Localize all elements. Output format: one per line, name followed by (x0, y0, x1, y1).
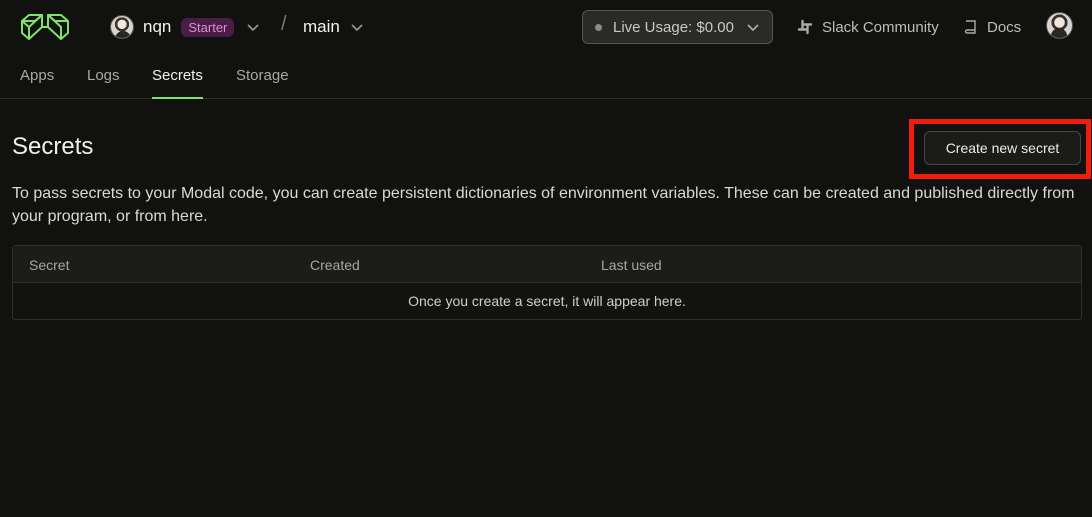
plan-badge: Starter (181, 17, 235, 37)
workspace-name: nqn (143, 17, 172, 36)
chevron-down-icon[interactable] (350, 20, 364, 34)
live-usage-dropdown[interactable]: Live Usage: $0.00 (582, 10, 773, 44)
slack-icon (797, 19, 813, 35)
environment-switcher[interactable]: main (303, 14, 364, 40)
column-header-created: Created (310, 257, 360, 273)
tab-apps[interactable]: Apps (20, 67, 54, 99)
secrets-table: Secret Created Last used Once you create… (12, 245, 1082, 320)
workspace-avatar (110, 15, 134, 39)
column-header-secret: Secret (29, 257, 70, 273)
empty-state-message: Once you create a secret, it will appear… (408, 293, 686, 309)
status-dot-icon (595, 23, 602, 31)
docs-link[interactable]: Docs (964, 14, 1021, 40)
top-navigation-bar: nqn Starter / main Live Usage: $0.00 Sla… (0, 0, 1092, 54)
user-avatar[interactable] (1046, 12, 1073, 39)
slack-community-label: Slack Community (822, 18, 939, 36)
column-header-last-used: Last used (601, 257, 662, 273)
tab-bar: Apps Logs Secrets Storage (0, 58, 1092, 99)
chevron-down-icon[interactable] (246, 20, 260, 34)
environment-name: main (303, 17, 340, 36)
docs-label: Docs (987, 18, 1022, 36)
book-icon (964, 20, 976, 34)
tab-storage[interactable]: Storage (236, 67, 289, 99)
tab-logs[interactable]: Logs (87, 67, 120, 99)
chevron-down-icon (747, 24, 759, 32)
page-description: To pass secrets to your Modal code, you … (12, 185, 1075, 225)
table-header: Secret Created Last used (13, 246, 1081, 283)
tab-secrets[interactable]: Secrets (152, 67, 203, 99)
create-new-secret-button[interactable]: Create new secret (924, 131, 1081, 165)
workspace-switcher[interactable]: nqn Starter (110, 14, 260, 40)
modal-logo-icon[interactable] (20, 13, 70, 41)
live-usage-label: Live Usage: $0.00 (613, 18, 734, 36)
slack-community-link[interactable]: Slack Community (797, 14, 939, 40)
page-title: Secrets (12, 133, 94, 160)
breadcrumb-separator: / (281, 13, 287, 35)
